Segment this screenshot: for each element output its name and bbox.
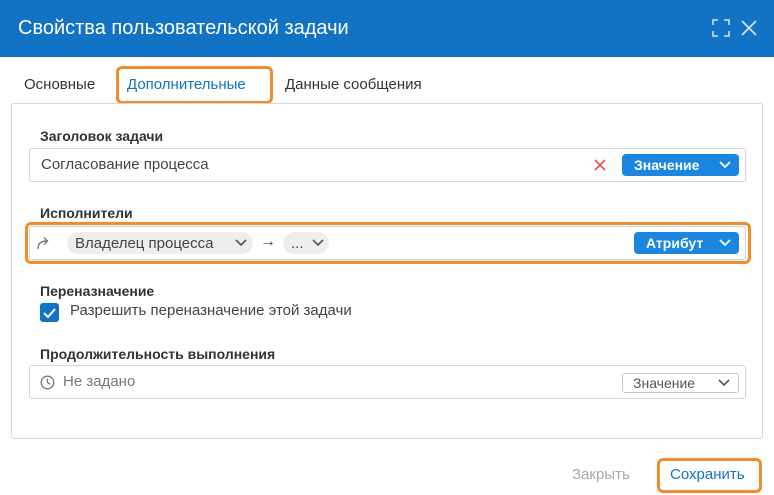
task-title-mode-label: Значение (634, 157, 700, 173)
clear-icon[interactable] (593, 158, 607, 177)
chain-arrow: → (260, 233, 276, 250)
chevron-down-icon (719, 239, 731, 247)
tab-message-data[interactable]: Данные сообщения (285, 68, 422, 102)
executor-source-label: Владелец процесса (75, 234, 214, 252)
duration-mode-dropdown[interactable]: Значение (622, 373, 739, 393)
clock-icon (40, 375, 55, 395)
executor-next-label: ... (291, 234, 304, 252)
executors-label: Исполнители (40, 205, 133, 221)
tab-main[interactable]: Основные (24, 68, 95, 102)
duration-value: Не задано (63, 373, 136, 390)
dialog-header: Свойства пользовательской задачи (0, 0, 774, 57)
check-icon (43, 307, 56, 318)
task-title-label: Заголовок задачи (40, 128, 164, 144)
save-button[interactable]: Сохранить (670, 466, 745, 483)
duration-mode-label: Значение (633, 375, 696, 391)
chevron-down-icon (235, 239, 247, 247)
executors-mode-dropdown[interactable]: Атрибут (634, 232, 739, 254)
task-title-field[interactable]: Согласование процесса Значение (29, 148, 746, 182)
dialog-title: Свойства пользовательской задачи (18, 17, 349, 39)
chevron-down-icon (312, 239, 324, 247)
tab-additional[interactable]: Дополнительные (127, 68, 246, 102)
task-title-value[interactable]: Согласование процесса (41, 149, 209, 181)
duration-label: Продолжительность выполнения (40, 346, 276, 362)
reassign-checkbox-label[interactable]: Разрешить переназначение этой задачи (70, 302, 352, 319)
close-button[interactable]: Закрыть (572, 466, 630, 483)
reassign-arrow-icon (36, 235, 52, 256)
task-title-mode-dropdown[interactable]: Значение (622, 154, 739, 176)
reassign-label: Переназначение (40, 283, 155, 299)
chevron-down-icon (719, 161, 731, 169)
executor-source-chip[interactable]: Владелец процесса (67, 232, 253, 254)
reassign-checkbox[interactable] (40, 303, 59, 322)
chevron-down-icon (718, 379, 730, 387)
close-icon[interactable] (738, 17, 760, 39)
executor-next-chip[interactable]: ... (283, 232, 329, 254)
expand-icon[interactable] (710, 17, 732, 39)
executors-mode-label: Атрибут (646, 235, 704, 251)
duration-field[interactable]: Не задано Значение (29, 365, 746, 399)
executors-field[interactable]: Владелец процесса → ... Атрибут (29, 226, 746, 260)
